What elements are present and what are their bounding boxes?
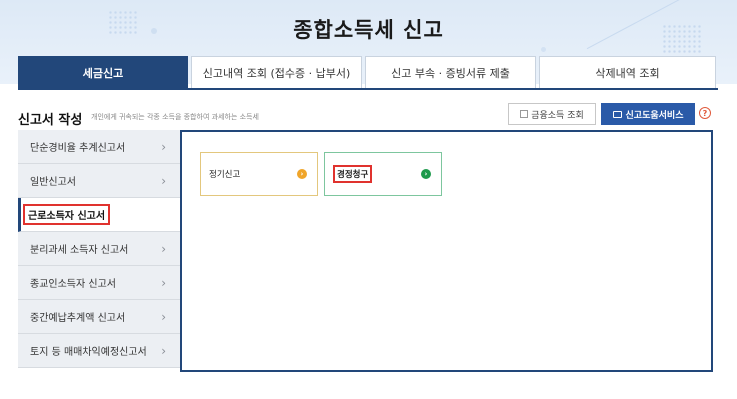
filing-help-button[interactable]: 신고도움서비스 (601, 103, 695, 125)
sidebar-item-land-sale[interactable]: 토지 등 매매차익예정신고서 › (18, 334, 180, 368)
tab-tax-filing[interactable]: 세금신고 (18, 56, 188, 88)
arrow-right-icon: › (297, 169, 307, 179)
sidebar-item-label: 분리과세 소득자 신고서 (30, 245, 129, 256)
tab-underline (18, 88, 718, 90)
sidebar-item-general[interactable]: 일반신고서 › (18, 164, 180, 198)
chevron-right-icon: › (161, 242, 166, 256)
sidebar-item-separate-taxation[interactable]: 분리과세 소득자 신고서 › (18, 232, 180, 266)
sidebar-item-label: 단순경비율 추계신고서 (30, 143, 126, 154)
sidebar: 단순경비율 추계신고서 › 일반신고서 › 근로소득자 신고서 분리과세 소득자… (18, 130, 180, 368)
chevron-right-icon: › (161, 140, 166, 154)
card-label: 경정청구 (333, 165, 373, 183)
sidebar-item-label: 종교인소득자 신고서 (30, 279, 116, 290)
decorative-dot (541, 47, 546, 52)
content-panel: 정기신고 › 경정청구 › (180, 130, 713, 372)
filing-help-label: 신고도움서비스 (625, 110, 684, 121)
sidebar-item-label: 일반신고서 (30, 177, 76, 188)
tab-label: 신고내역 조회 (접수증 · 납부서) (202, 66, 351, 80)
chevron-right-icon: › (161, 276, 166, 290)
tab-document-submit[interactable]: 신고 부속 · 증빙서류 제출 (365, 56, 536, 88)
regular-filing-card[interactable]: 정기신고 › (200, 152, 318, 196)
checkbox-icon (520, 110, 529, 118)
tab-deleted-history[interactable]: 삭제내역 조회 (539, 56, 716, 88)
finance-income-button[interactable]: 금융소득 조회 (508, 103, 596, 125)
section-title: 신고서 작성 (18, 113, 83, 128)
tab-label: 삭제내역 조회 (595, 66, 660, 80)
page-title: 종합소득세 신고 (293, 18, 444, 42)
arrow-right-icon: › (421, 169, 431, 179)
card-label: 정기신고 (209, 170, 241, 180)
sidebar-item-label: 중간예납추계액 신고서 (30, 313, 126, 324)
sidebar-item-label: 토지 등 매매차익예정신고서 (30, 347, 147, 358)
sidebar-item-earned-income[interactable]: 근로소득자 신고서 (18, 198, 180, 232)
finance-income-label: 금융소득 조회 (531, 110, 584, 121)
chevron-right-icon: › (161, 174, 166, 188)
book-icon (612, 110, 622, 118)
tab-label: 세금신고 (82, 66, 124, 80)
sidebar-item-label: 근로소득자 신고서 (23, 204, 111, 225)
main-tabs: 세금신고 신고내역 조회 (접수증 · 납부서) 신고 부속 · 증빙서류 제출… (18, 56, 718, 88)
correction-claim-card[interactable]: 경정청구 › (324, 152, 442, 196)
sidebar-item-interim-prepayment[interactable]: 중간예납추계액 신고서 › (18, 300, 180, 334)
chevron-right-icon: › (161, 310, 166, 324)
sidebar-item-religious-income[interactable]: 종교인소득자 신고서 › (18, 266, 180, 300)
chevron-right-icon: › (161, 344, 166, 358)
section-description: 개인에게 귀속되는 각종 소득을 종합하여 과세하는 소득세 (91, 113, 259, 121)
help-question-icon[interactable]: ? (699, 107, 711, 119)
sidebar-item-simple-expense[interactable]: 단순경비율 추계신고서 › (18, 130, 180, 164)
tab-filing-history[interactable]: 신고내역 조회 (접수증 · 납부서) (191, 56, 362, 88)
tab-label: 신고 부속 · 증빙서류 제출 (391, 66, 510, 80)
